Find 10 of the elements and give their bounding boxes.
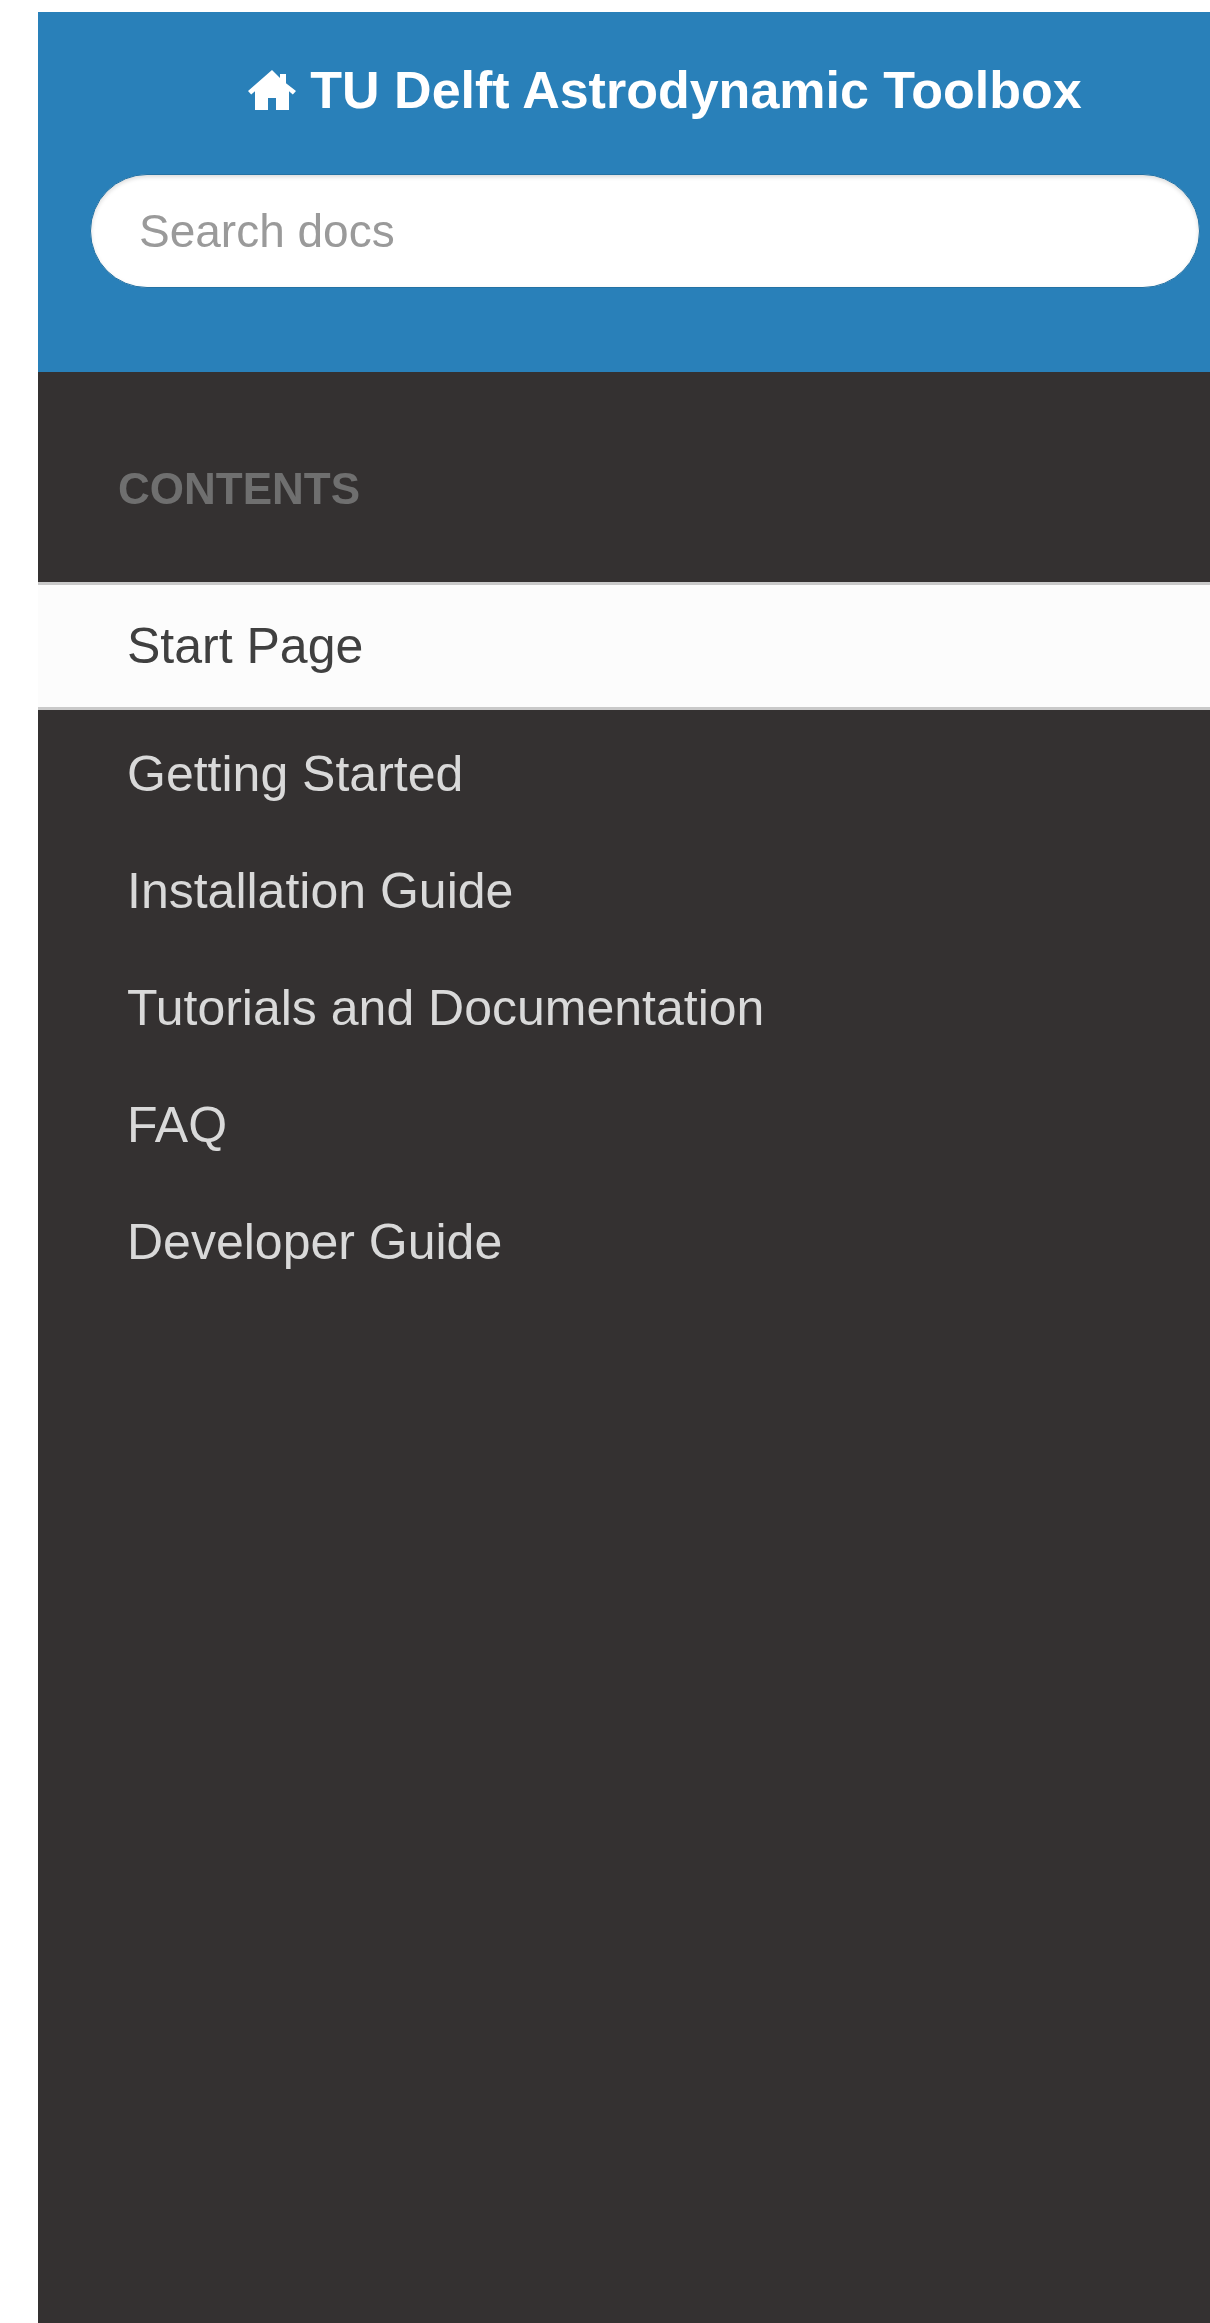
nav-link[interactable]: FAQ [38,1067,1210,1184]
contents-caption: CONTENTS [117,463,361,515]
nav-link[interactable]: Developer Guide [38,1184,1210,1301]
nav-link[interactable]: Getting Started [38,716,1210,833]
search-field[interactable]: Search docs [90,174,1200,288]
nav-link[interactable]: Start Page [38,582,1210,710]
home-icon [248,68,297,112]
nav-link[interactable]: Installation Guide [38,833,1210,950]
site-title-link[interactable]: TU Delft Astrodynamic Toolbox [310,60,1082,120]
nav-link[interactable]: Tutorials and Documentation [38,950,1210,1067]
